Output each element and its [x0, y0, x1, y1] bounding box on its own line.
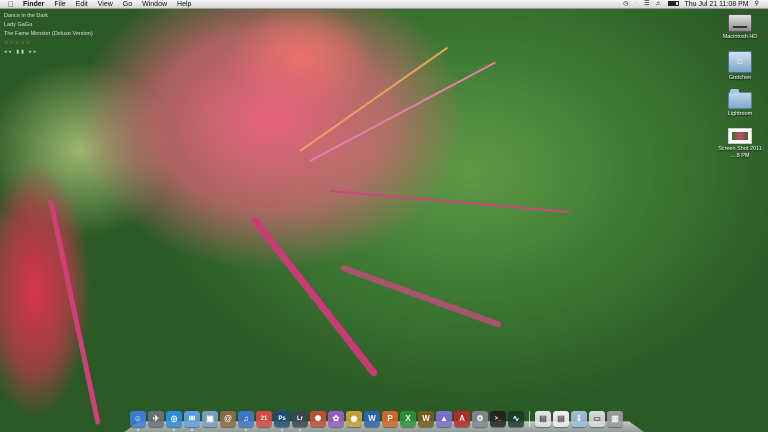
spotlight-icon[interactable]: ⚲	[752, 0, 762, 9]
dock-document-file-icon[interactable]: ▤	[553, 411, 569, 427]
dock-app-store-icon[interactable]: ▲	[436, 411, 452, 427]
folder-icon	[728, 89, 752, 109]
dock-pinwheel-icon[interactable]: ✺	[310, 411, 326, 427]
dock-excel-icon[interactable]: X	[400, 411, 416, 427]
wifi-icon[interactable]: ☰	[641, 0, 652, 9]
desktop-icon-macintosh-hd[interactable]: Macintosh HD	[718, 14, 762, 41]
desktop-icon-label: Lightroom	[727, 111, 753, 117]
screenshot-file-icon	[728, 128, 752, 144]
dock-finder-icon[interactable]: ☺	[130, 411, 146, 431]
menu-window[interactable]: Window	[137, 0, 172, 9]
desktop-icon-lightroom[interactable]: Lightroom	[718, 89, 762, 118]
now-playing-album: The Fame Monster (Deluxe Version)	[4, 31, 93, 37]
clock[interactable]: Thu Jul 21 11:08 PM	[682, 0, 752, 9]
apple-menu-icon[interactable]: 	[4, 0, 18, 9]
wallpaper-stem	[250, 215, 379, 378]
volume-icon[interactable]: ♬	[653, 0, 665, 9]
desktop-icon-label: Screen Shot 2011 ... 8 PM	[718, 146, 762, 159]
dock-launchpad-icon[interactable]: ✈	[148, 411, 164, 427]
dock-messenger-icon[interactable]: ✿	[328, 411, 344, 427]
dock-aperture-icon[interactable]: ◉	[346, 411, 362, 427]
dock-document-stack-icon[interactable]: ▤	[535, 411, 551, 427]
home-folder-icon: ⌂	[728, 51, 752, 73]
dock-terminal-icon[interactable]: >_	[490, 411, 506, 427]
dock-photoshop-icon[interactable]: Ps	[274, 411, 290, 431]
desktop-icon-screenshot[interactable]: Screen Shot 2011 ... 8 PM	[718, 128, 762, 160]
menu-help[interactable]: Help	[172, 0, 196, 9]
menu-app-name[interactable]: Finder	[18, 0, 49, 9]
bluetooth-icon[interactable]: ᛫	[632, 0, 642, 9]
dock-itunes-icon[interactable]: ♫	[238, 411, 254, 431]
wallpaper-stem	[48, 198, 101, 425]
wallpaper-stem	[340, 264, 502, 329]
dock-safari-icon[interactable]: ◎	[166, 411, 182, 431]
dock-ical-icon[interactable]: 21	[256, 411, 272, 427]
now-playing-controls[interactable]: ◂◂ ▮▮ ▸▸	[4, 48, 93, 57]
battery-fill	[668, 2, 676, 6]
desktop-icons: Macintosh HD ⌂ Gretchen Lightroom Screen…	[718, 12, 762, 170]
menu-bar:  Finder File Edit View Go Window Help ◷…	[0, 0, 768, 9]
dock-mail-icon[interactable]: ✉	[184, 411, 200, 431]
dock-word-icon[interactable]: W	[364, 411, 380, 427]
time-machine-icon[interactable]: ◷	[620, 0, 631, 9]
desktop-icon-label: Gretchen	[728, 75, 752, 81]
dock-separator	[529, 411, 530, 427]
dock-activity-monitor-icon[interactable]: ∿	[508, 411, 524, 427]
dock-address-book-icon[interactable]: @	[220, 411, 236, 427]
desktop-icon-label: Macintosh HD	[722, 34, 758, 40]
battery-indicator[interactable]	[665, 0, 682, 9]
now-playing-widget: Dance in the Dark Lady GaGa The Fame Mon…	[4, 12, 93, 57]
dock-warcraft-icon[interactable]: W	[418, 411, 434, 427]
dock-system-preferences-icon[interactable]: ⚙	[472, 411, 488, 427]
menu-view[interactable]: View	[93, 0, 118, 9]
menu-edit[interactable]: Edit	[71, 0, 93, 9]
now-playing-rating[interactable]: ☆☆☆☆☆	[4, 39, 93, 48]
battery-icon	[667, 1, 679, 7]
dock-downloads-stack-icon[interactable]: ⇩	[571, 411, 587, 427]
desktop-icon-home[interactable]: ⌂ Gretchen	[718, 51, 762, 82]
dock-acrobat-icon[interactable]: A	[454, 411, 470, 427]
menu-file[interactable]: File	[49, 0, 70, 9]
now-playing-artist: Lady GaGa	[4, 22, 33, 28]
dock-powerpoint-icon[interactable]: P	[382, 411, 398, 427]
menu-go[interactable]: Go	[118, 0, 137, 9]
dock-preview-icon[interactable]: ▣	[202, 411, 218, 427]
dock: ☺ ✈ ◎ ✉ ▣ @ ♫ 21 Ps Lr ✺ ✿ ◉ W P X W ▲ A ⚙ >_ ∿ ▤ ▤ ⇩ ▭ ▥	[130, 407, 640, 431]
dock-lightroom-icon[interactable]: Lr	[292, 411, 308, 431]
dock-mail-stack-icon[interactable]: ▭	[589, 411, 605, 427]
hard-drive-icon	[728, 14, 752, 32]
dock-trash-icon[interactable]: ▥	[607, 411, 623, 427]
now-playing-track: Dance in the Dark	[4, 13, 49, 19]
wallpaper-filament	[329, 190, 570, 213]
status-area: ◷ ᛫ ☰ ♬ Thu Jul 21 11:08 PM ⚲	[620, 0, 768, 9]
